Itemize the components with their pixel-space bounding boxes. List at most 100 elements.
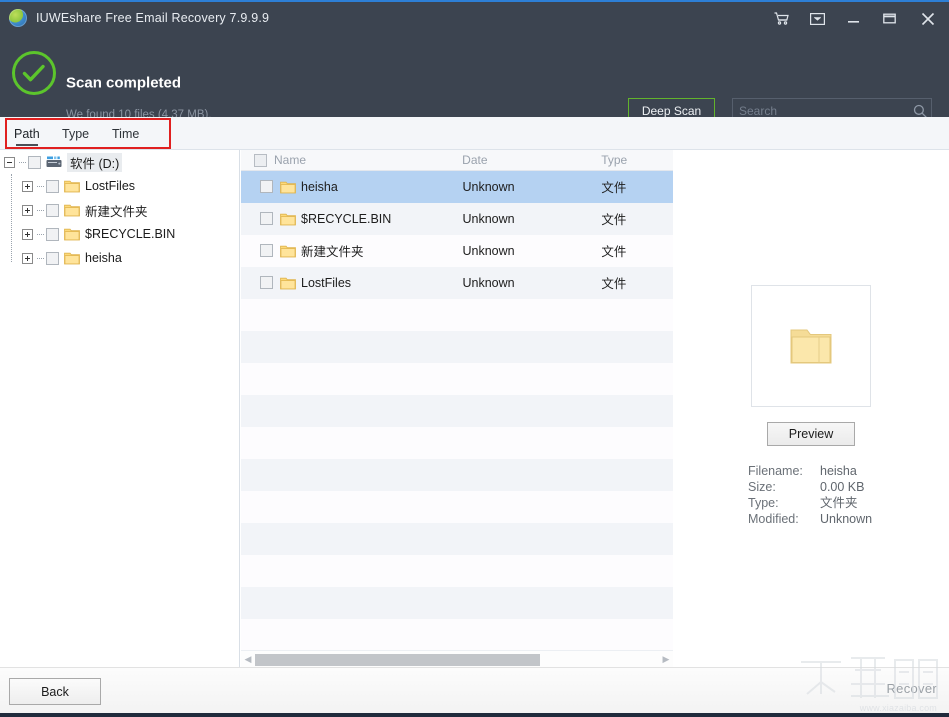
select-all-checkbox[interactable] [254,153,267,167]
window-title: IUWEshare Free Email Recovery 7.9.9.9 [36,10,270,25]
back-button[interactable]: Back [9,678,101,705]
scrollbar-thumb[interactable] [255,653,540,666]
tree-dotted-connector [37,209,44,211]
row-checkbox[interactable] [260,212,273,225]
tree-dotted-connector [37,233,44,235]
table-row-empty [241,427,673,459]
tab-time[interactable]: Time [112,117,139,150]
search-icon[interactable] [909,104,931,118]
folder-icon [280,180,296,194]
tree-dotted-connector [37,257,44,259]
scroll-right-arrow[interactable]: ▶ [659,654,673,665]
tree-item-label: LostFiles [85,179,136,193]
file-name-label: heisha [301,179,338,194]
tree-item-heisha[interactable]: heisha [0,246,239,270]
file-list-panel[interactable]: Name Date Type heisha Unknown 文件 $RECYCL… [241,150,673,650]
folder-icon [280,212,296,226]
tree-item-label: 软件 (D:) [67,152,123,172]
row-checkbox[interactable] [260,276,273,289]
window-controls [763,2,949,35]
recover-button[interactable]: Recover [886,681,937,696]
tree-checkbox[interactable] [46,227,59,241]
filter-tab-strip: Path Type Time [0,117,949,261]
title-bar: IUWEshare Free Email Recovery 7.9.9.9 [0,0,949,33]
column-header-name[interactable]: Name [274,153,306,167]
folder-icon [64,251,80,265]
tree-item-new-folder[interactable]: 新建文件夹 [0,198,239,222]
file-type-cell: 文件 [601,181,627,195]
file-date-cell: Unknown [462,211,515,226]
file-type-cell: 文件 [601,277,627,291]
file-date-cell: Unknown [462,179,515,194]
tree-item-recycle-bin[interactable]: $RECYCLE.BIN [0,222,239,246]
tree-dotted-connector [37,185,44,187]
tree-expand-icon[interactable] [22,204,33,216]
file-name-label: LostFiles [301,275,352,290]
preview-panel: Preview Filename: heisha Size: 0.00 KB T… [673,150,949,667]
preview-field-size: Size: 0.00 KB [748,479,938,495]
tree-expand-icon[interactable] [22,252,33,264]
row-checkbox[interactable] [260,244,273,257]
maximize-icon[interactable] [871,2,907,35]
bottom-bar: Back Recover [0,667,949,713]
folder-tree-panel[interactable]: 软件 (D:) LostFiles 新建文件夹 $RECYCLE.BIN hei… [0,150,240,667]
folder-icon [790,329,832,364]
file-type-cell: 文件 [601,213,627,227]
preview-field-value: 文件夹 [820,496,858,510]
file-name-cell: 新建文件夹 [241,241,462,260]
table-row[interactable]: $RECYCLE.BIN Unknown 文件 [241,203,673,235]
tree-checkbox[interactable] [28,155,41,169]
folder-icon [64,203,80,217]
column-header-date[interactable]: Date [462,153,601,167]
preview-field-type: Type: 文件夹 [748,495,938,511]
close-icon[interactable] [907,2,949,35]
tree-expand-icon[interactable] [22,228,33,240]
table-row-empty [241,523,673,555]
tab-path[interactable]: Path [14,117,40,150]
file-list-header: Name Date Type [241,150,673,171]
mail-dropdown-icon[interactable] [799,2,835,35]
row-checkbox[interactable] [260,180,273,193]
table-row-empty [241,587,673,619]
application-window: IUWEshare Free Email Recovery 7.9.9.9 Sc… [0,0,949,717]
status-header: Scan completed We found 10 files (4.37 M… [0,33,949,137]
preview-field-label: Size: [748,480,776,494]
table-row[interactable]: heisha Unknown 文件 [241,171,673,203]
scan-status-title: Scan completed [66,74,182,92]
file-name-cell: $RECYCLE.BIN [241,212,462,226]
tree-dotted-connector [19,161,26,163]
tree-checkbox[interactable] [46,179,59,193]
preview-field-modified: Modified: Unknown [748,511,938,527]
tree-checkbox[interactable] [46,203,59,217]
tab-type[interactable]: Type [62,117,89,150]
preview-field-label: Type: [748,496,779,510]
tree-item-root[interactable]: 软件 (D:) [0,150,239,174]
folder-icon [64,227,80,241]
preview-field-label: Modified: [748,512,799,526]
tree-item-lostfiles[interactable]: LostFiles [0,174,239,198]
preview-metadata: Filename: heisha Size: 0.00 KB Type: 文件夹… [748,463,938,527]
table-row[interactable]: LostFiles Unknown 文件 [241,267,673,299]
tree-expand-icon[interactable] [22,180,33,192]
table-row-empty [241,299,673,331]
scroll-left-arrow[interactable]: ◀ [241,654,255,665]
file-type-cell: 文件 [601,245,627,259]
tree-collapse-icon[interactable] [4,156,15,168]
check-circle-icon [12,51,56,95]
cart-icon[interactable] [763,2,799,35]
minimize-icon[interactable] [835,2,871,35]
tree-checkbox[interactable] [46,251,59,265]
preview-button[interactable]: Preview [767,422,855,446]
drive-icon [46,156,62,169]
table-row[interactable]: 新建文件夹 Unknown 文件 [241,235,673,267]
scrollbar-track[interactable] [255,653,659,666]
table-row-empty [241,491,673,523]
file-name-label: 新建文件夹 [301,245,364,259]
tree-item-label: $RECYCLE.BIN [85,227,176,241]
preview-field-value: 0.00 KB [820,480,865,494]
table-row-empty [241,395,673,427]
file-name-label: $RECYCLE.BIN [301,211,392,226]
column-header-type[interactable]: Type [601,153,673,167]
preview-field-filename: Filename: heisha [748,463,938,479]
horizontal-scrollbar[interactable]: ◀ ▶ [241,650,673,667]
